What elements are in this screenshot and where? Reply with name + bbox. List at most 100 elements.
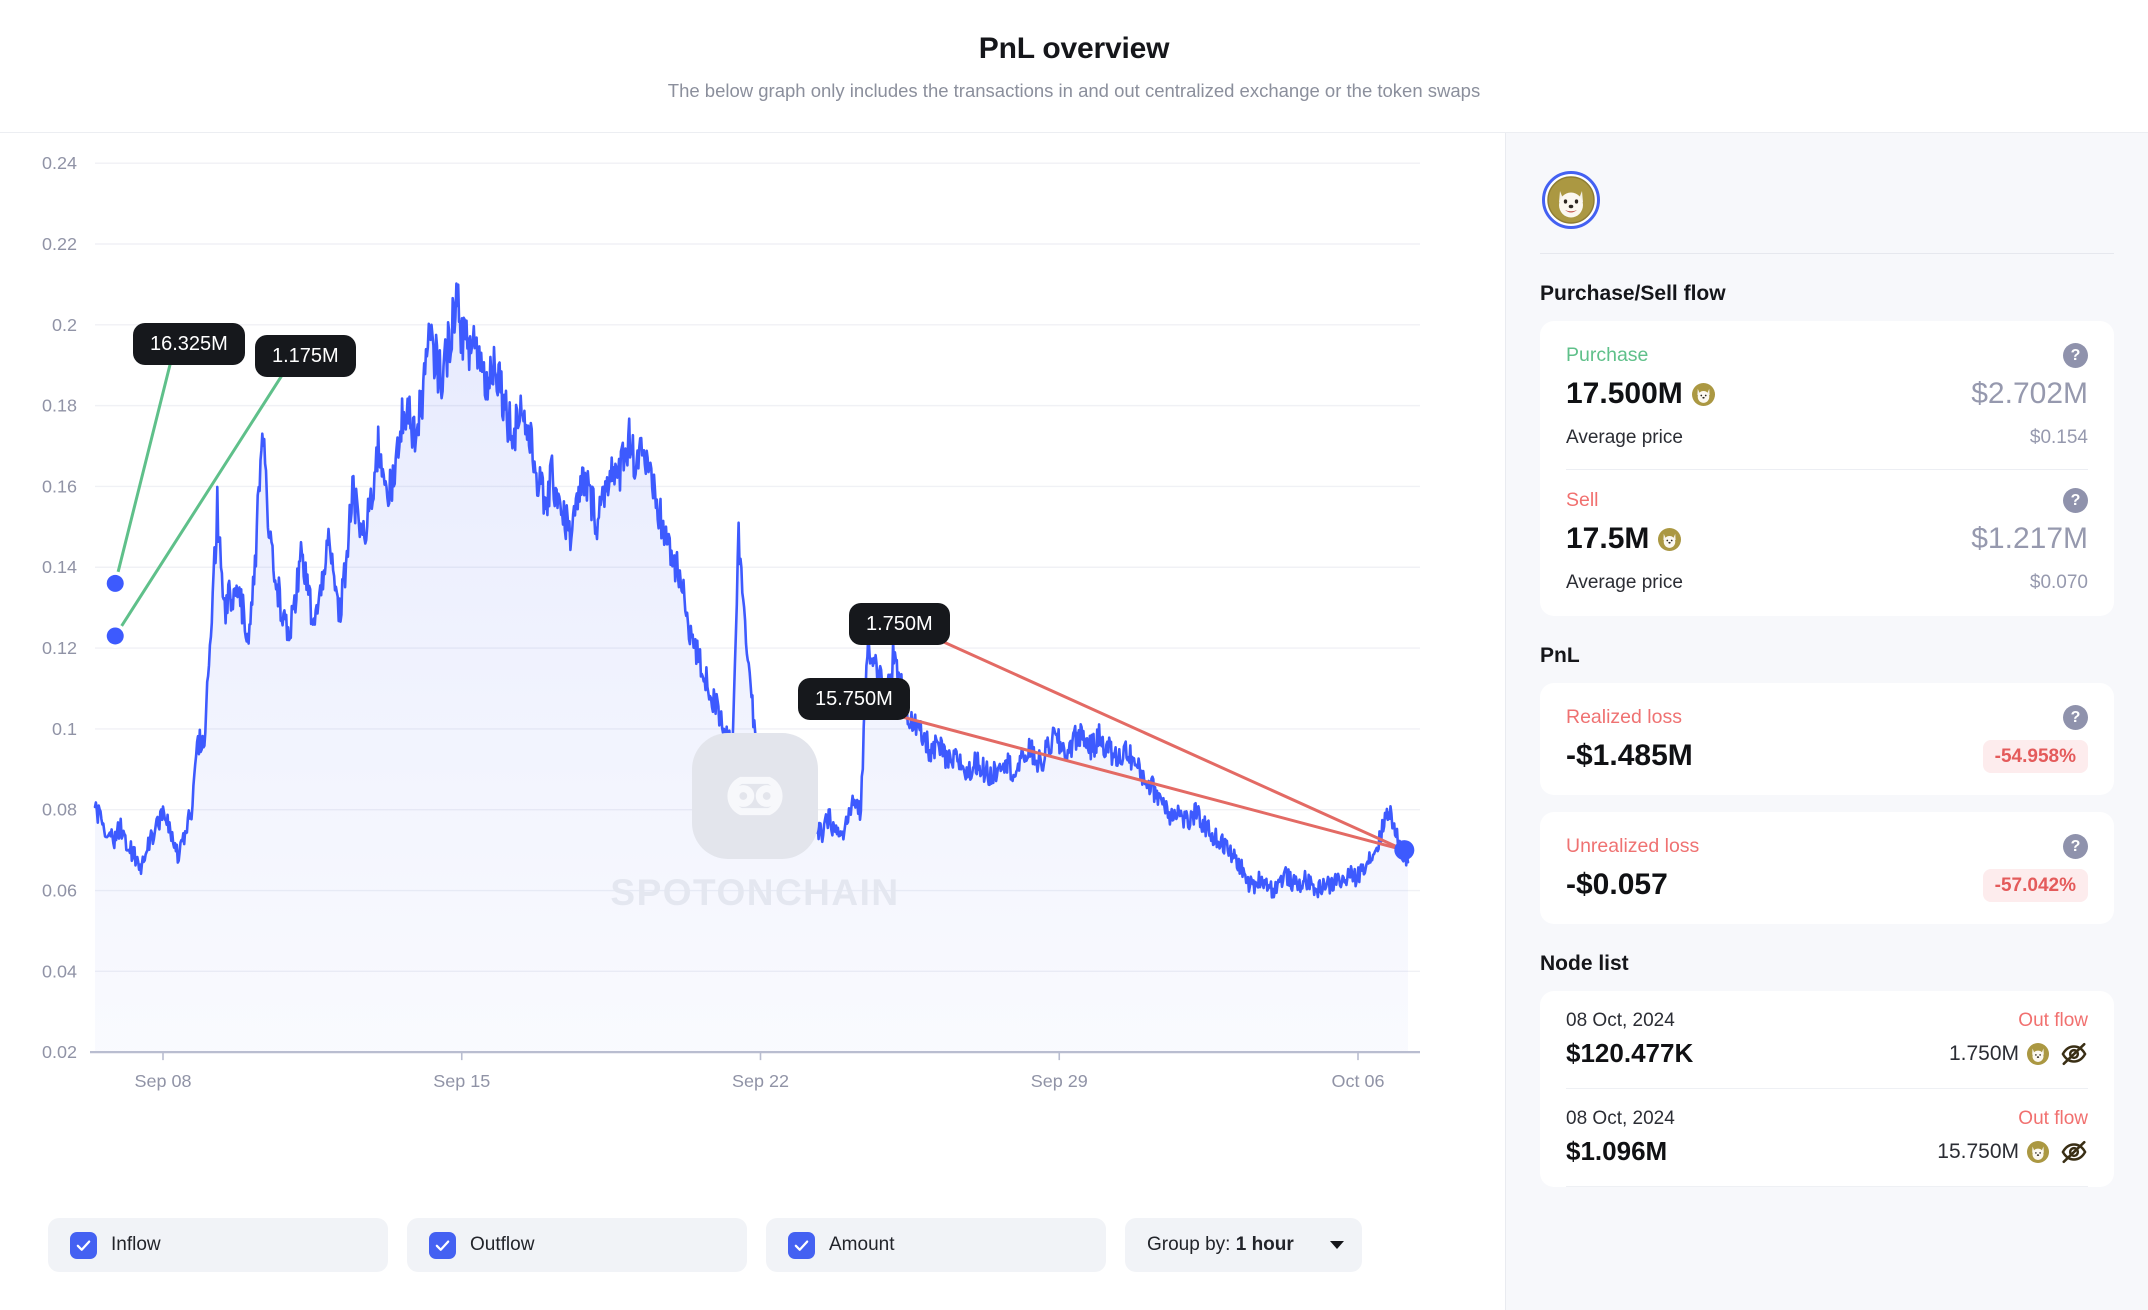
unrealized-loss-value: -$0.057 bbox=[1566, 868, 1668, 902]
sell-usd: $1.217M bbox=[1971, 522, 2088, 556]
purchase-sell-card: Purchase ? 17.500M bbox=[1540, 321, 2114, 616]
sell-main-row: 17.5M bbox=[1566, 522, 2088, 556]
purchase-usd: $2.702M bbox=[1971, 377, 2088, 411]
token-coin-icon bbox=[1658, 528, 1681, 551]
token-coin-icon bbox=[2027, 1043, 2049, 1065]
outflow-checkbox[interactable] bbox=[429, 1232, 456, 1259]
toggle-amount[interactable]: Amount bbox=[766, 1218, 1106, 1272]
check-icon bbox=[793, 1237, 810, 1254]
page-title: PnL overview bbox=[979, 31, 1169, 67]
annotation-outflow-1750m[interactable]: 1.750M bbox=[849, 603, 950, 645]
node-flow-type: Out flow bbox=[2018, 1108, 2088, 1130]
svg-text:Sep 29: Sep 29 bbox=[1031, 1071, 1088, 1091]
outflow-label: Outflow bbox=[470, 1234, 534, 1256]
svg-text:0.1: 0.1 bbox=[52, 719, 77, 739]
node-list-item[interactable]: 08 Oct, 2024 Out flow $120.477K 1.750M bbox=[1566, 991, 2088, 1088]
token-avatar[interactable] bbox=[1542, 171, 1600, 229]
realized-loss-label: Realized loss bbox=[1566, 706, 1682, 729]
pnl-overview-page: PnL overview The below graph only includ… bbox=[0, 0, 2148, 1310]
eye-off-icon[interactable] bbox=[2060, 1040, 2088, 1068]
chart-column: 0.020.040.060.080.10.120.140.160.180.20.… bbox=[0, 133, 1505, 1310]
node-list-divider bbox=[1566, 1186, 2088, 1187]
sell-help-icon[interactable]: ? bbox=[2063, 488, 2088, 513]
svg-text:0.22: 0.22 bbox=[42, 234, 77, 254]
node-usd-value: $1.096M bbox=[1566, 1136, 1667, 1167]
node-token-amount: 1.750M bbox=[1949, 1042, 2019, 1066]
annotation-inflow-16325m[interactable]: 16.325M bbox=[133, 323, 245, 365]
realized-main-row: -$1.485M -54.958% bbox=[1566, 739, 2088, 773]
purchase-help-icon[interactable]: ? bbox=[2063, 343, 2088, 368]
realized-header-row: Realized loss ? bbox=[1566, 705, 2088, 730]
inflow-label: Inflow bbox=[111, 1234, 161, 1256]
svg-text:0.12: 0.12 bbox=[42, 638, 77, 658]
page-header: PnL overview The below graph only includ… bbox=[0, 0, 2148, 133]
unrealized-loss-help-icon[interactable]: ? bbox=[2063, 834, 2088, 859]
node-row-bottom: $1.096M 15.750M bbox=[1566, 1136, 2088, 1167]
node-usd-value: $120.477K bbox=[1566, 1038, 1693, 1069]
chart-y-axis-labels: 0.020.040.060.080.10.120.140.160.180.20.… bbox=[42, 153, 77, 1062]
inflow-checkbox[interactable] bbox=[70, 1232, 97, 1259]
sell-avg-row: Average price $0.070 bbox=[1566, 572, 2088, 594]
svg-text:0.2: 0.2 bbox=[52, 315, 77, 335]
purchase-avg-row: Average price $0.154 bbox=[1566, 427, 2088, 449]
node-row-top: 08 Oct, 2024 Out flow bbox=[1566, 1010, 2088, 1032]
node-date: 08 Oct, 2024 bbox=[1566, 1108, 1675, 1130]
purchase-header-row: Purchase ? bbox=[1566, 343, 2088, 368]
svg-text:0.18: 0.18 bbox=[42, 396, 77, 416]
chart-area: 0.020.040.060.080.10.120.140.160.180.20.… bbox=[0, 133, 1505, 1202]
group-by-value: 1 hour bbox=[1236, 1234, 1294, 1255]
node-list-item[interactable]: 08 Oct, 2024 Out flow $1.096M 15.750M bbox=[1566, 1089, 2088, 1186]
unrealized-loss-badge: -57.042% bbox=[1983, 869, 2088, 902]
price-area-fill bbox=[95, 284, 1408, 1053]
node-date: 08 Oct, 2024 bbox=[1566, 1010, 1675, 1032]
node-flow-type: Out flow bbox=[2018, 1010, 2088, 1032]
realized-loss-help-icon[interactable]: ? bbox=[2063, 705, 2088, 730]
svg-text:Sep 22: Sep 22 bbox=[732, 1071, 789, 1091]
unrealized-header-row: Unrealized loss ? bbox=[1566, 834, 2088, 859]
realized-loss-value: -$1.485M bbox=[1566, 739, 1693, 773]
svg-text:0.08: 0.08 bbox=[42, 800, 77, 820]
details-sidebar: Purchase/Sell flow Purchase ? 17.500M bbox=[1505, 133, 2148, 1310]
svg-text:0.24: 0.24 bbox=[42, 153, 77, 173]
svg-text:0.16: 0.16 bbox=[42, 476, 77, 496]
node-list-heading: Node list bbox=[1540, 952, 2114, 976]
node-list-card: 08 Oct, 2024 Out flow $120.477K 1.750M bbox=[1540, 991, 2114, 1187]
svg-text:0.14: 0.14 bbox=[42, 557, 77, 577]
group-by-label: Group by: 1 hour bbox=[1147, 1234, 1294, 1256]
token-coin-icon bbox=[2027, 1141, 2049, 1163]
svg-text:Oct 06: Oct 06 bbox=[1331, 1071, 1384, 1091]
purchase-avg-label: Average price bbox=[1566, 427, 1683, 449]
svg-text:0.06: 0.06 bbox=[42, 881, 77, 901]
node-row-right: 1.750M bbox=[1949, 1040, 2088, 1068]
sell-label: Sell bbox=[1566, 489, 1599, 512]
token-coin-icon bbox=[1692, 383, 1715, 406]
chevron-down-icon[interactable] bbox=[1330, 1241, 1344, 1249]
check-icon bbox=[434, 1237, 451, 1254]
purchase-avg-value: $0.154 bbox=[2030, 427, 2088, 449]
amount-checkbox[interactable] bbox=[788, 1232, 815, 1259]
purchase-amount: 17.500M bbox=[1566, 377, 1683, 411]
group-by-dropdown[interactable]: Group by: 1 hour bbox=[1125, 1218, 1362, 1272]
annotation-outflow-15750m[interactable]: 15.750M bbox=[798, 678, 910, 720]
node-row-bottom: $120.477K 1.750M bbox=[1566, 1038, 2088, 1069]
node-amount-group: 1.750M bbox=[1949, 1042, 2049, 1066]
check-icon bbox=[75, 1237, 92, 1254]
amount-label: Amount bbox=[829, 1234, 894, 1256]
toggle-inflow[interactable]: Inflow bbox=[48, 1218, 388, 1272]
annotation-inflow-1175m[interactable]: 1.175M bbox=[255, 335, 356, 377]
sell-avg-value: $0.070 bbox=[2030, 572, 2088, 594]
sell-header-row: Sell ? bbox=[1566, 488, 2088, 513]
realized-loss-badge: -54.958% bbox=[1983, 740, 2088, 773]
svg-text:Sep 08: Sep 08 bbox=[134, 1071, 191, 1091]
price-chart[interactable]: 0.020.040.060.080.10.120.140.160.180.20.… bbox=[0, 133, 1505, 1202]
node-row-top: 08 Oct, 2024 Out flow bbox=[1566, 1108, 2088, 1130]
svg-text:Sep 15: Sep 15 bbox=[433, 1071, 490, 1091]
sell-amount: 17.5M bbox=[1566, 522, 1649, 556]
unrealized-loss-card: Unrealized loss ? -$0.057 -57.042% bbox=[1540, 812, 2114, 924]
shiba-token-icon bbox=[1547, 176, 1595, 224]
eye-off-icon[interactable] bbox=[2060, 1138, 2088, 1166]
purchase-sell-heading: Purchase/Sell flow bbox=[1540, 282, 2114, 306]
page-subtitle: The below graph only includes the transa… bbox=[668, 80, 1480, 102]
sell-avg-label: Average price bbox=[1566, 572, 1683, 594]
toggle-outflow[interactable]: Outflow bbox=[407, 1218, 747, 1272]
